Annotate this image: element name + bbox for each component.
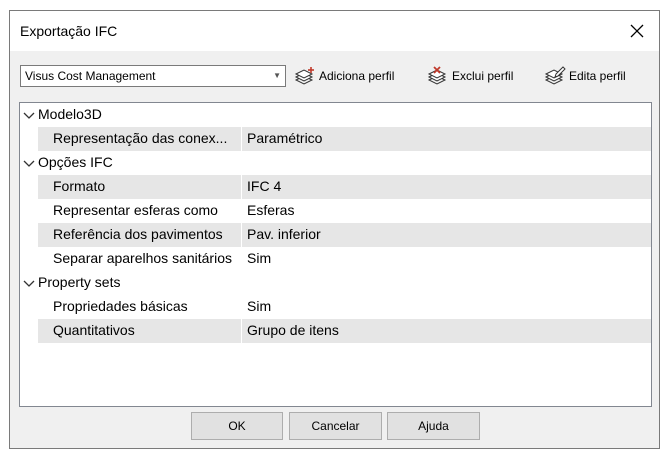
property-row[interactable]: Representar esferas como Esferas <box>20 199 651 223</box>
add-layers-icon <box>294 67 314 85</box>
chevron-down-icon: ▼ <box>273 71 281 80</box>
property-name: Separar aparelhos sanitários <box>53 250 232 266</box>
delete-profile-label: Exclui perfil <box>452 69 514 83</box>
cancel-button[interactable]: Cancelar <box>289 412 382 440</box>
ifc-export-dialog: Exportação IFC Visus Cost Management ▼ A… <box>9 10 660 449</box>
title-bar: Exportação IFC <box>10 11 659 51</box>
category-label: Property sets <box>38 274 121 290</box>
property-name: Representação das conex... <box>53 130 228 146</box>
category-opcoes-ifc[interactable]: Opções IFC <box>20 151 651 175</box>
property-value[interactable]: IFC 4 <box>247 178 281 194</box>
property-name: Referência dos pavimentos <box>53 226 223 242</box>
property-row[interactable]: Separar aparelhos sanitários Sim <box>20 247 651 271</box>
property-value[interactable]: Paramétrico <box>247 130 322 146</box>
property-value[interactable]: Sim <box>247 298 271 314</box>
property-row[interactable]: Propriedades básicas Sim <box>20 295 651 319</box>
property-value[interactable]: Pav. inferior <box>247 226 321 242</box>
chevron-down-icon[interactable] <box>22 107 36 123</box>
close-button[interactable] <box>623 17 651 45</box>
toolbar: Visus Cost Management ▼ Adiciona perfil … <box>10 51 659 101</box>
property-row[interactable]: Quantitativos Grupo de itens <box>20 319 651 343</box>
profile-dropdown[interactable]: Visus Cost Management ▼ <box>20 65 286 87</box>
property-grid: Modelo3D Representação das conex... Para… <box>19 102 652 407</box>
property-name: Formato <box>53 178 106 194</box>
property-row[interactable]: Referência dos pavimentos Pav. inferior <box>20 223 651 247</box>
chevron-down-icon[interactable] <box>22 155 36 171</box>
close-icon <box>630 24 644 38</box>
chevron-down-icon[interactable] <box>22 275 36 291</box>
property-value[interactable]: Esferas <box>247 202 294 218</box>
button-bar: OK Cancelar Ajuda <box>10 409 659 449</box>
category-modelo3d[interactable]: Modelo3D <box>20 103 651 127</box>
add-profile-label: Adiciona perfil <box>319 69 395 83</box>
property-name: Quantitativos <box>53 322 135 338</box>
property-value[interactable]: Sim <box>247 250 271 266</box>
edit-layers-icon <box>544 66 566 85</box>
edit-profile-button[interactable]: Edita perfil <box>544 65 626 87</box>
property-name: Representar esferas como <box>53 202 218 218</box>
category-label: Opções IFC <box>38 154 113 170</box>
dialog-title: Exportação IFC <box>20 23 118 39</box>
category-label: Modelo3D <box>38 106 102 122</box>
help-button[interactable]: Ajuda <box>387 412 480 440</box>
property-row[interactable]: Representação das conex... Paramétrico <box>20 127 651 151</box>
delete-layers-icon <box>427 66 447 85</box>
property-row[interactable]: Formato IFC 4 <box>20 175 651 199</box>
add-profile-button[interactable]: Adiciona perfil <box>294 65 394 87</box>
profile-selected-value: Visus Cost Management <box>25 69 156 83</box>
delete-profile-button[interactable]: Exclui perfil <box>427 65 513 87</box>
property-name: Propriedades básicas <box>53 298 188 314</box>
category-property-sets[interactable]: Property sets <box>20 271 651 295</box>
edit-profile-label: Edita perfil <box>569 69 626 83</box>
ok-button[interactable]: OK <box>191 412 283 440</box>
property-value[interactable]: Grupo de itens <box>247 322 339 338</box>
